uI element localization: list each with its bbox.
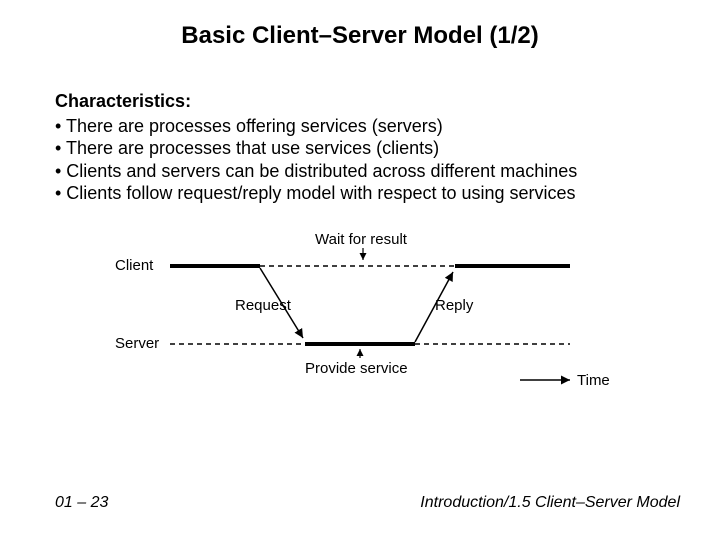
server-label: Server bbox=[115, 335, 159, 352]
bullet-item: • There are processes that use services … bbox=[55, 137, 675, 160]
time-label: Time bbox=[577, 372, 610, 389]
slide-title: Basic Client–Server Model (1/2) bbox=[0, 22, 720, 50]
request-label: Request bbox=[235, 297, 292, 314]
bullet-item: • There are processes offering services … bbox=[55, 115, 675, 138]
bullet-item: • Clients follow request/reply model wit… bbox=[55, 182, 675, 205]
slide: Basic Client–Server Model (1/2) Characte… bbox=[0, 0, 720, 540]
diagram-svg: Client Wait for result Server Request Re… bbox=[115, 230, 615, 410]
client-server-diagram: Client Wait for result Server Request Re… bbox=[115, 230, 615, 410]
reply-label: Reply bbox=[435, 297, 474, 314]
client-label: Client bbox=[115, 257, 154, 274]
bullet-item: • Clients and servers can be distributed… bbox=[55, 160, 675, 183]
provide-label: Provide service bbox=[305, 360, 408, 377]
wait-label: Wait for result bbox=[315, 231, 408, 248]
footer-section: Introduction/1.5 Client–Server Model bbox=[420, 494, 680, 512]
footer-page-number: 01 – 23 bbox=[55, 494, 108, 512]
characteristics-heading: Characteristics: bbox=[55, 90, 675, 113]
body-text: Characteristics: • There are processes o… bbox=[55, 90, 675, 205]
